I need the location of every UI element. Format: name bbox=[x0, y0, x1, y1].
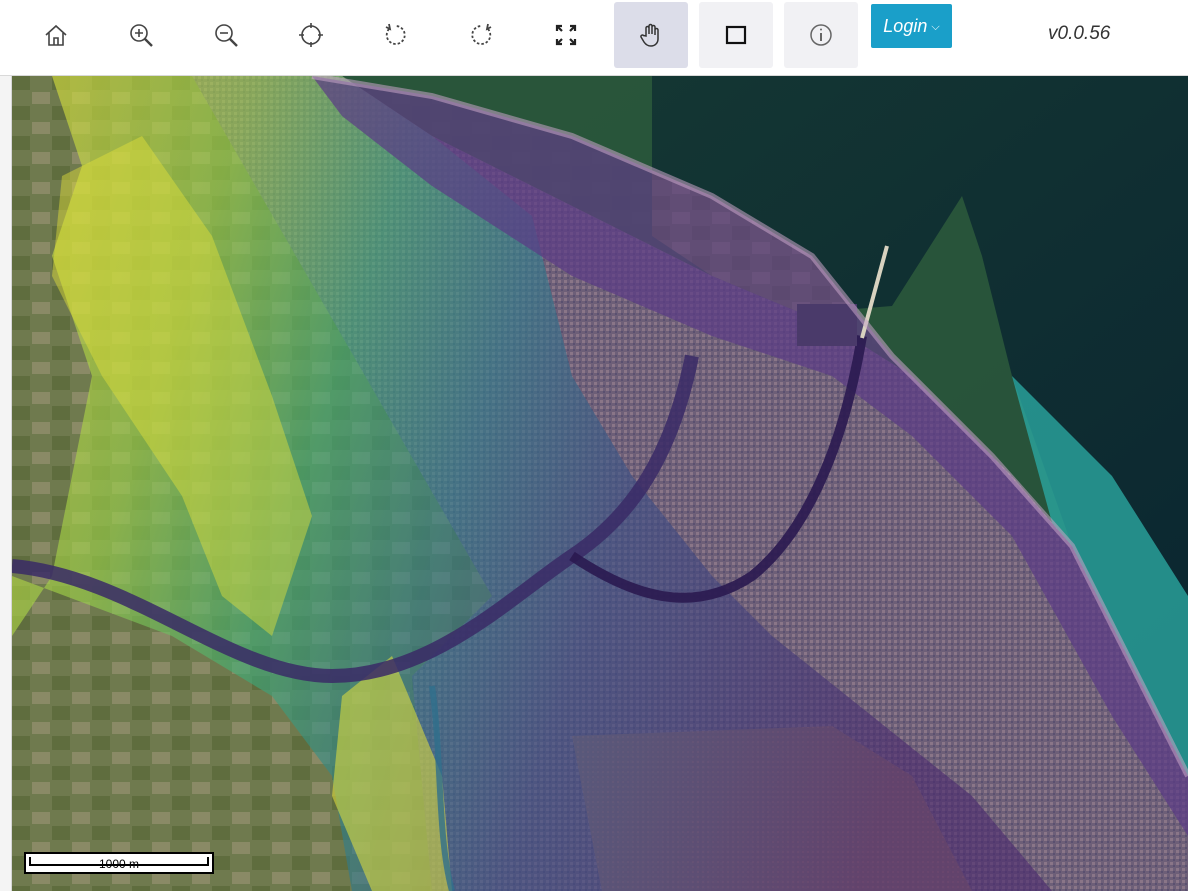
chevron-down-icon: ⌵ bbox=[931, 20, 940, 33]
rotate-cw-icon bbox=[471, 23, 492, 45]
version-label: v0.0.56 bbox=[1048, 23, 1111, 44]
info-icon bbox=[810, 24, 832, 46]
fullscreen-button[interactable] bbox=[529, 2, 603, 68]
zoom-in-button[interactable] bbox=[104, 2, 178, 68]
fullscreen-icon bbox=[555, 24, 577, 46]
compass-rotate-icon bbox=[299, 23, 323, 47]
rotate-left-button[interactable] bbox=[359, 2, 433, 68]
scale-bar: 1000 m bbox=[24, 852, 214, 874]
login-label: Login bbox=[883, 15, 928, 36]
zoom-out-button[interactable] bbox=[189, 2, 263, 68]
home-icon bbox=[45, 24, 67, 46]
map-viewport[interactable] bbox=[12, 76, 1188, 891]
rotate-ccw-icon bbox=[385, 23, 406, 45]
side-panel-edge[interactable] bbox=[0, 76, 12, 891]
info-button[interactable] bbox=[784, 2, 858, 68]
rotate-right-button[interactable] bbox=[444, 2, 518, 68]
flood-map-layer bbox=[12, 76, 1188, 891]
reset-rotation-button[interactable] bbox=[274, 2, 348, 68]
zoom-out-icon bbox=[215, 24, 238, 47]
login-dropdown-button[interactable]: Login ⌵ bbox=[871, 4, 952, 48]
zoom-in-icon bbox=[130, 24, 153, 47]
home-button[interactable] bbox=[19, 2, 93, 68]
hand-icon bbox=[640, 23, 659, 47]
pan-button[interactable] bbox=[614, 2, 688, 68]
rectangle-select-icon bbox=[725, 25, 747, 45]
scale-bar-label: 1000 m bbox=[98, 857, 140, 871]
map-toolbar: Login ⌵ v0.0.56 bbox=[0, 0, 1188, 76]
box-select-button[interactable] bbox=[699, 2, 773, 68]
marina bbox=[797, 304, 857, 346]
